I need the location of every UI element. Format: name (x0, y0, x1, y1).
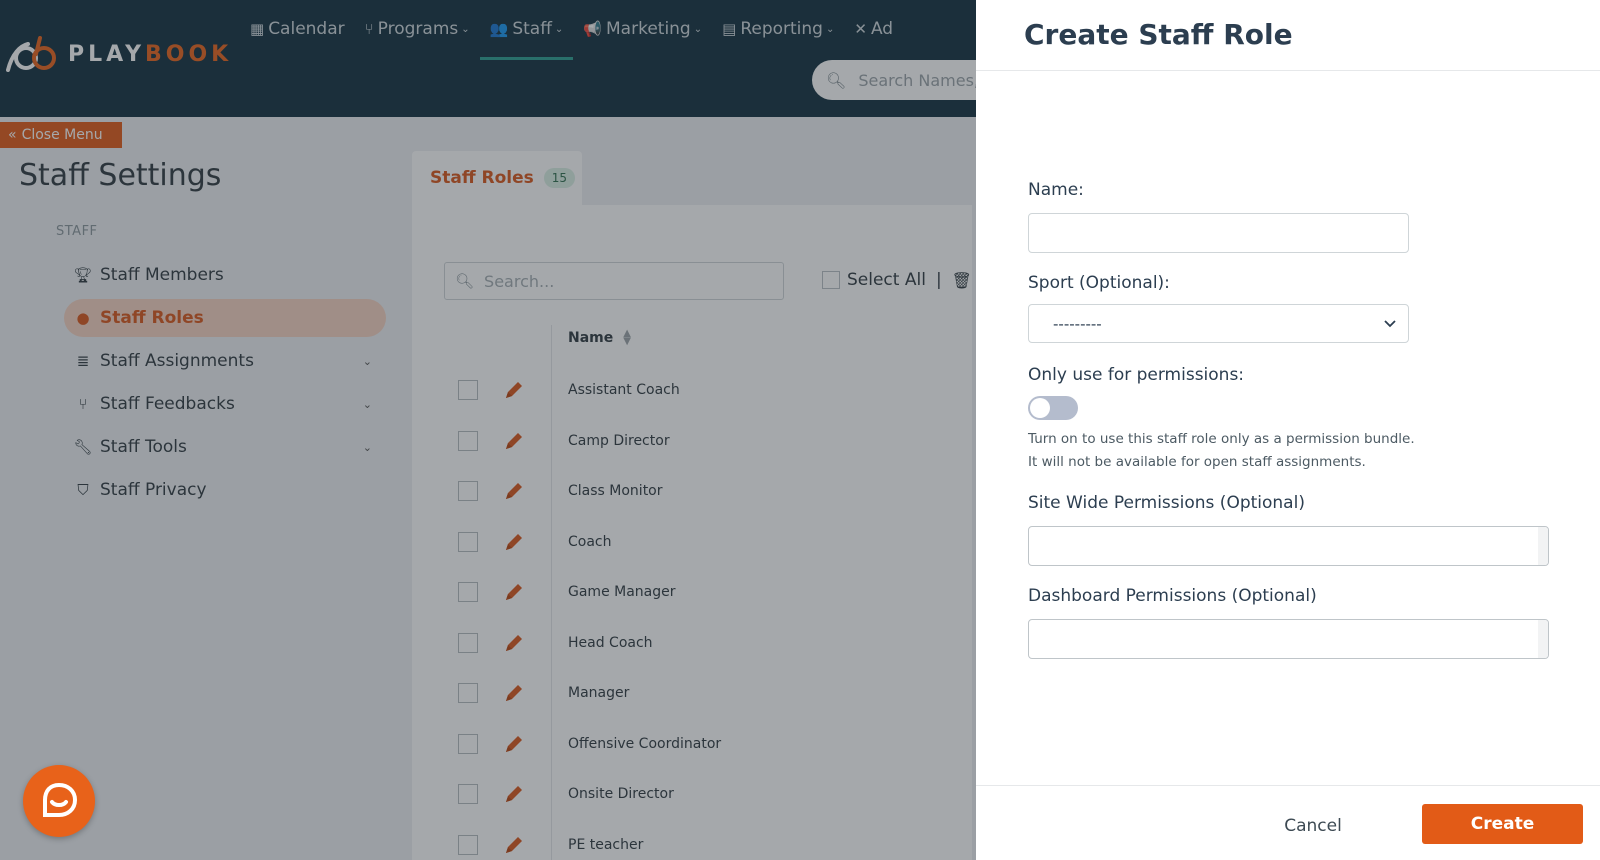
dashboard-permissions-input[interactable] (1028, 619, 1549, 659)
chat-widget-button[interactable] (23, 765, 95, 837)
chevron-down-icon (1384, 320, 1396, 328)
drawer-title: Create Staff Role (1024, 18, 1293, 51)
name-label: Name: (1028, 180, 1084, 200)
name-input[interactable] (1028, 213, 1409, 253)
modal-backdrop[interactable] (0, 0, 976, 860)
create-staff-role-drawer: Create Staff Role Name: Sport (Optional)… (976, 0, 1600, 860)
site-wide-permissions-input[interactable] (1028, 526, 1549, 566)
drawer-header-divider (976, 70, 1600, 71)
sport-label: Sport (Optional): (1028, 273, 1170, 293)
cancel-button[interactable]: Cancel (1258, 806, 1368, 846)
dashboard-permissions-label: Dashboard Permissions (Optional) (1028, 586, 1317, 606)
site-wide-permissions-label: Site Wide Permissions (Optional) (1028, 493, 1305, 513)
create-button[interactable]: Create (1422, 804, 1583, 844)
permissions-help-text: Turn on to use this staff role only as a… (1028, 431, 1415, 470)
permissions-only-toggle[interactable] (1028, 396, 1078, 420)
sport-select[interactable]: --------- (1028, 304, 1409, 343)
chat-icon (43, 782, 78, 817)
drawer-footer-divider (976, 785, 1600, 786)
permissions-only-label: Only use for permissions: (1028, 365, 1245, 385)
toggle-knob (1030, 398, 1050, 418)
